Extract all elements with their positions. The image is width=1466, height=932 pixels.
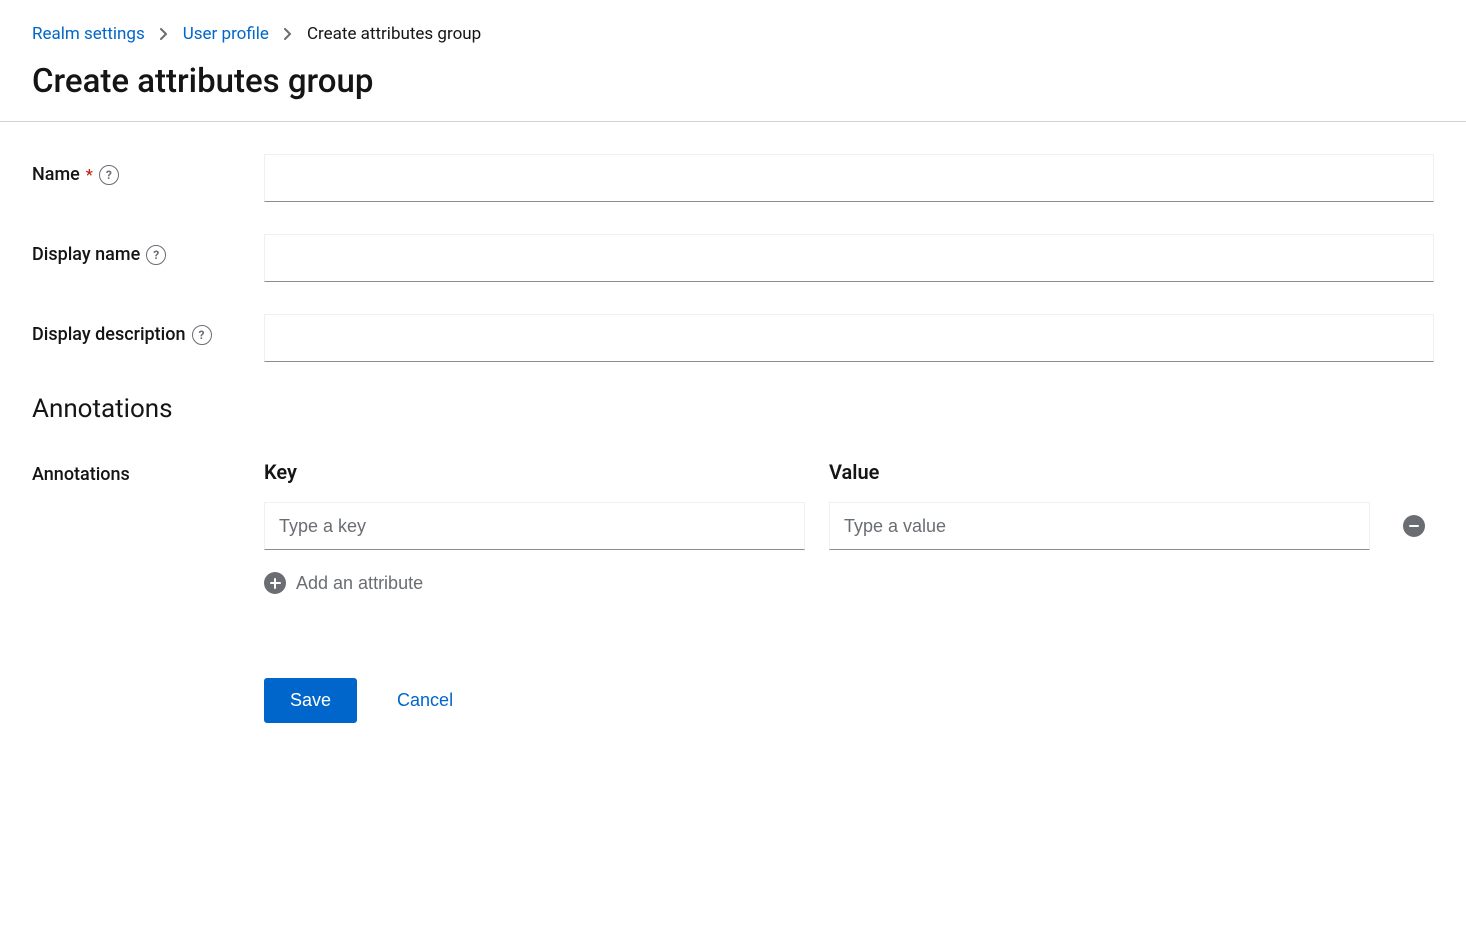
page-body: Name * ? Display name ? Display descript…: [0, 122, 1466, 755]
help-icon[interactable]: ?: [192, 325, 212, 345]
form-actions: Save Cancel: [264, 678, 1434, 723]
display-name-input[interactable]: [264, 234, 1434, 282]
form-group-name: Name * ?: [32, 154, 1434, 202]
breadcrumb-current: Create attributes group: [307, 24, 481, 44]
label-annotations: Annotations: [32, 460, 264, 485]
form-group-display-description: Display description ?: [32, 314, 1434, 362]
name-input[interactable]: [264, 154, 1434, 202]
required-asterisk: *: [86, 165, 93, 184]
breadcrumb-link-realm-settings[interactable]: Realm settings: [32, 24, 145, 44]
cancel-button[interactable]: Cancel: [389, 678, 461, 723]
kv-row: [264, 502, 1434, 550]
page-header: Realm settings User profile Create attri…: [0, 0, 1466, 122]
save-button[interactable]: Save: [264, 678, 357, 723]
chevron-right-icon: [283, 28, 293, 40]
chevron-right-icon: [159, 28, 169, 40]
annotation-value-input[interactable]: [829, 502, 1370, 550]
add-annotation-label: Add an attribute: [296, 573, 423, 594]
label-display-description: Display description ?: [32, 314, 264, 345]
kv-header-key: Key: [264, 460, 805, 484]
help-icon[interactable]: ?: [146, 245, 166, 265]
plus-circle-icon: [264, 572, 286, 594]
breadcrumb-link-user-profile[interactable]: User profile: [183, 24, 269, 44]
annotation-key-input[interactable]: [264, 502, 805, 550]
remove-annotation-button[interactable]: [1403, 515, 1425, 537]
label-display-name-text: Display name: [32, 244, 140, 265]
help-icon[interactable]: ?: [99, 165, 119, 185]
label-name-text: Name: [32, 164, 80, 185]
form-group-annotations: Annotations Key Value Add an at: [32, 460, 1434, 598]
section-heading-annotations: Annotations: [32, 394, 1434, 424]
label-display-description-text: Display description: [32, 324, 186, 345]
page-title: Create attributes group: [32, 62, 1434, 101]
kv-header-value: Value: [829, 460, 1370, 484]
breadcrumb: Realm settings User profile Create attri…: [32, 24, 1434, 44]
kv-header: Key Value: [264, 460, 1434, 484]
label-display-name: Display name ?: [32, 234, 264, 265]
label-name: Name * ?: [32, 154, 264, 185]
form-group-display-name: Display name ?: [32, 234, 1434, 282]
add-annotation-button[interactable]: Add an attribute: [264, 568, 423, 598]
display-description-input[interactable]: [264, 314, 1434, 362]
